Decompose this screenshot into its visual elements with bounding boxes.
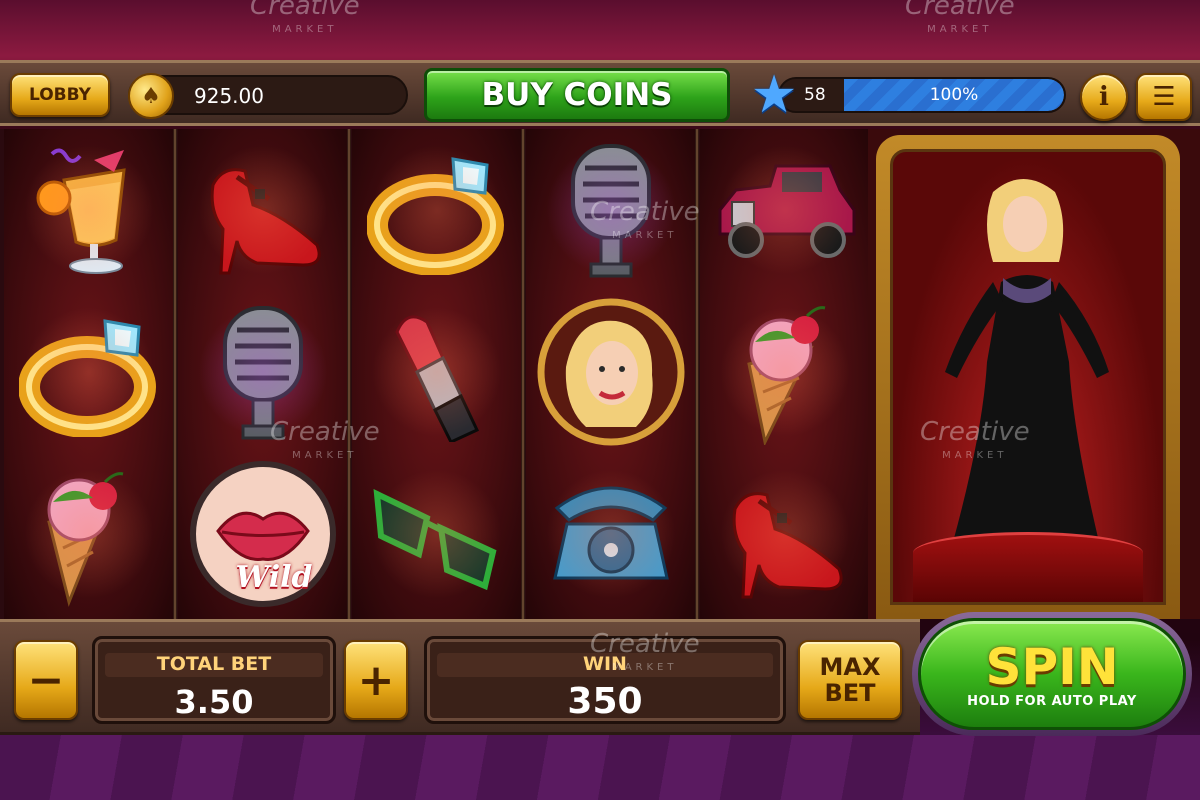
level-progress-bar: 58 100% [778, 77, 1066, 113]
watermark-sub: MARKET [612, 230, 678, 241]
info-icon: i [1099, 82, 1109, 112]
max-bet-button[interactable]: MAX BET [798, 640, 902, 720]
vintage-car-symbol [710, 135, 860, 285]
reel-2 [178, 129, 351, 619]
watermark-sub: MARKET [272, 24, 338, 35]
watermark: Creative MARKET [250, 0, 360, 42]
watermark: Creative MARKET [590, 197, 700, 248]
rotary-phone-symbol [536, 459, 686, 609]
max-bet-line1: MAX [819, 653, 881, 681]
total-bet-label: TOTAL BET [105, 653, 323, 677]
watermark-brand: Creative [590, 197, 700, 227]
menu-button[interactable]: ☰ [1136, 73, 1192, 121]
watermark-sub: MARKET [942, 450, 1008, 461]
showgirl-character [945, 179, 1109, 542]
gold-ring-symbol [14, 297, 164, 447]
lobby-button[interactable]: LOBBY [10, 73, 110, 117]
gold-ring-symbol [362, 135, 512, 285]
watermark: Creative MARKET [270, 417, 380, 468]
watermark: Creative MARKET [920, 417, 1030, 468]
coin-balance: 925.00 [194, 84, 264, 108]
reel-1 [4, 129, 177, 619]
win-value: 350 [567, 681, 643, 722]
top-bar: LOBBY ♠ 925.00 BUY COINS 58 100% ★ i ☰ [0, 60, 1200, 126]
wild-label: Wild [235, 560, 313, 595]
level-progress-label: 100% [929, 85, 979, 105]
coin-balance-field: ♠ 925.00 [128, 73, 408, 119]
total-bet-value: 3.50 [174, 683, 254, 721]
info-button[interactable]: i [1080, 73, 1128, 121]
decrease-bet-button[interactable]: − [14, 640, 78, 720]
watermark-sub: MARKET [612, 662, 678, 673]
lipstick-symbol [362, 297, 512, 447]
watermark-brand: Creative [590, 629, 700, 659]
bottom-bar: − TOTAL BET 3.50 + WIN 350 MAX BET [0, 619, 920, 735]
sunglasses-symbol [362, 459, 512, 609]
total-bet-panel: TOTAL BET 3.50 [92, 636, 336, 724]
ice-cream-symbol [710, 297, 860, 447]
spin-label: SPIN [985, 637, 1119, 696]
reel-3 [352, 129, 525, 619]
spin-button[interactable]: SPIN HOLD FOR AUTO PLAY [918, 618, 1186, 730]
slot-reels [0, 129, 873, 619]
watermark-brand: Creative [270, 417, 380, 447]
spin-button-frame: SPIN HOLD FOR AUTO PLAY [912, 612, 1192, 736]
ice-cream-symbol [14, 459, 164, 609]
watermark-sub: MARKET [927, 24, 993, 35]
marquee-frame [876, 135, 1180, 619]
stage-backdrop [890, 149, 1166, 605]
buy-coins-button[interactable]: BUY COINS [424, 68, 730, 122]
auto-play-hint: HOLD FOR AUTO PLAY [967, 693, 1137, 709]
increase-bet-button[interactable]: + [344, 640, 408, 720]
blonde-portrait-symbol [536, 297, 686, 447]
spade-coin-icon: ♠ [128, 73, 174, 119]
red-heel-symbol [710, 459, 860, 609]
watermark: Creative MARKET [590, 629, 700, 680]
star-icon: ★ [750, 65, 798, 125]
stage-floor [0, 735, 1200, 800]
stage-pedestal [913, 532, 1143, 602]
watermark-brand: Creative [920, 417, 1030, 447]
character-stage [868, 129, 1200, 619]
player-level: 58 [804, 85, 826, 105]
cocktail-symbol [14, 135, 164, 285]
watermark: Creative MARKET [905, 0, 1015, 42]
max-bet-line2: BET [824, 679, 876, 707]
reel-5 [700, 129, 873, 619]
watermark-sub: MARKET [292, 450, 358, 461]
red-heel-symbol [188, 135, 338, 285]
hamburger-menu-icon: ☰ [1152, 82, 1176, 112]
